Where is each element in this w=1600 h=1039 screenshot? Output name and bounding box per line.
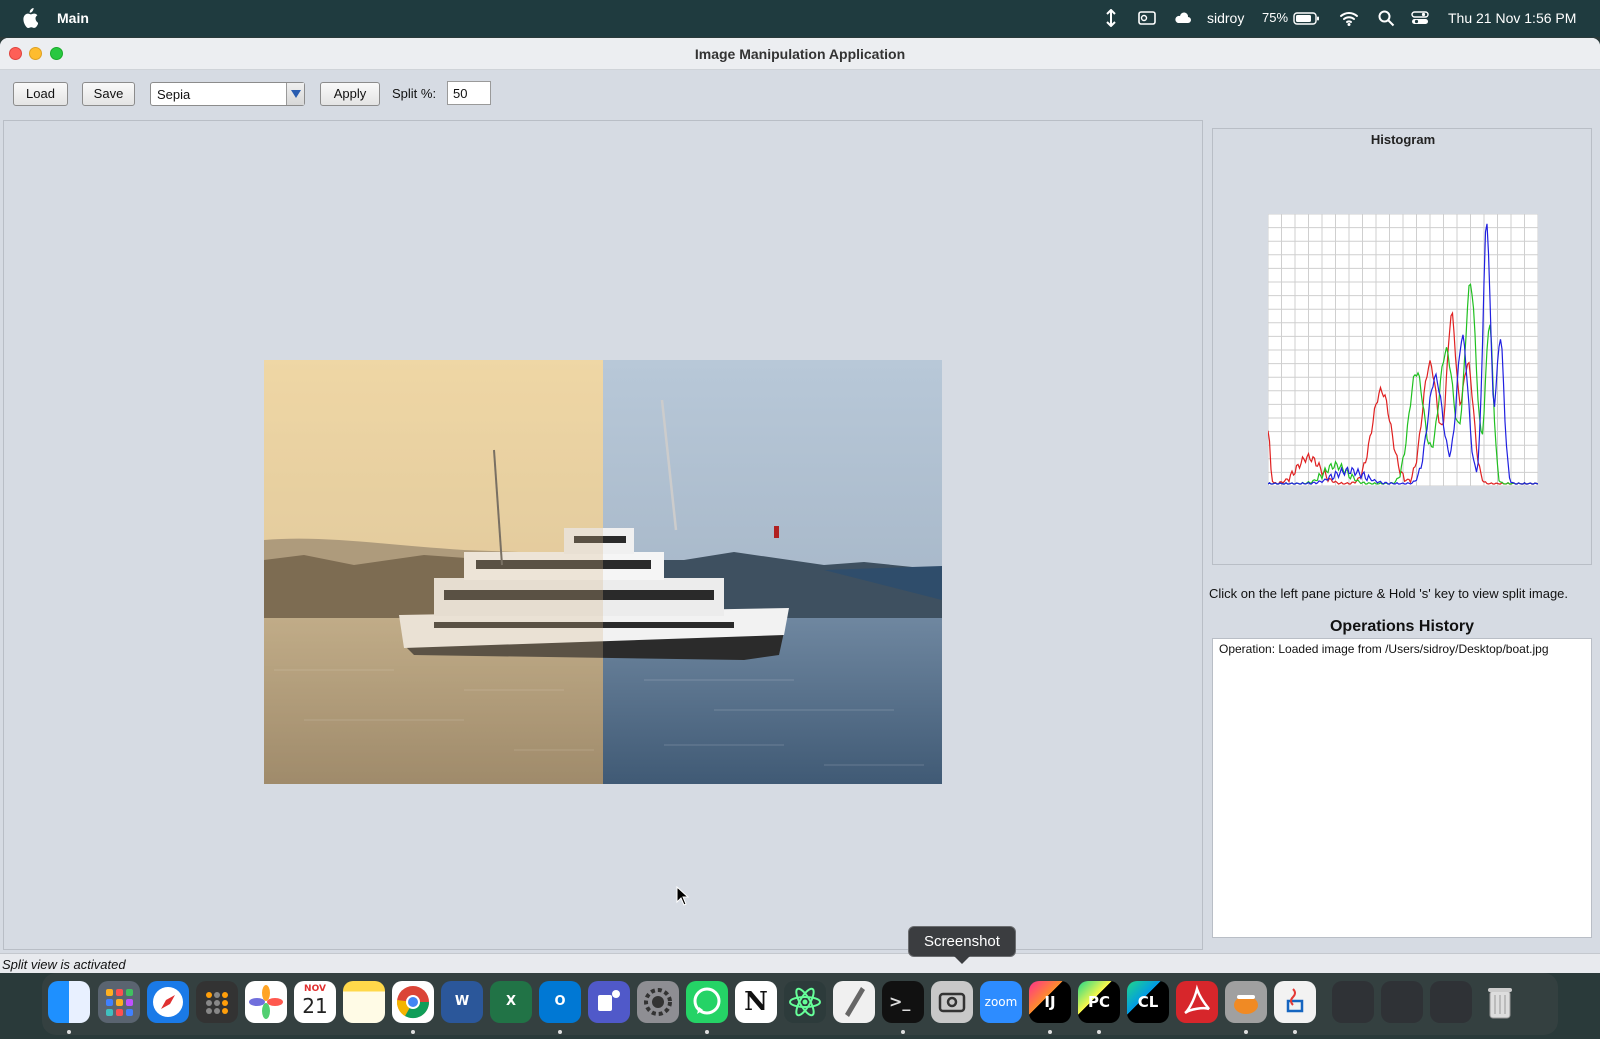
dock-tooltip-tail (954, 956, 970, 964)
running-indicator (1293, 1030, 1297, 1034)
dock-tooltip: Screenshot (908, 926, 1016, 957)
split-hint-text: Click on the left pane picture & Hold 's… (1209, 586, 1569, 601)
bluetooth-transfer-icon[interactable] (1102, 9, 1120, 27)
split-label: Split %: (392, 86, 437, 101)
calendar-month: NOV (304, 984, 326, 994)
intellij-icon[interactable]: IJ (1029, 981, 1071, 1023)
app-window: Image Manipulation Application Load Save… (0, 38, 1600, 973)
clion-icon[interactable]: CL (1127, 981, 1169, 1023)
chrome-icon[interactable] (392, 981, 434, 1023)
histogram-panel: Histogram (1212, 128, 1592, 565)
control-center-icon[interactable] (1411, 9, 1429, 27)
safari-icon[interactable] (147, 981, 189, 1023)
running-indicator (1048, 1030, 1052, 1034)
operations-history-list[interactable]: Operation: Loaded image from /Users/sidr… (1212, 638, 1592, 938)
boat-picture (264, 360, 942, 784)
screenshot-icon[interactable] (931, 981, 973, 1023)
java-app-icon[interactable] (1225, 981, 1267, 1023)
operations-history-title: Operations History (1329, 618, 1475, 635)
cloud-icon[interactable] (1174, 9, 1192, 27)
window-title: Image Manipulation Application (694, 46, 906, 62)
image-pane[interactable] (3, 120, 1203, 950)
chevron-down-icon[interactable] (286, 83, 304, 105)
finder-icon[interactable] (48, 981, 90, 1023)
split-percent-input[interactable] (447, 81, 491, 105)
java-launcher-icon[interactable] (1274, 981, 1316, 1023)
zoom-icon[interactable]: zoom (980, 981, 1022, 1023)
running-indicator (901, 1030, 905, 1034)
status-text: Split view is activated (2, 957, 126, 972)
running-indicator (558, 1030, 562, 1034)
running-indicator (67, 1030, 71, 1034)
recent-window-icon[interactable] (1332, 981, 1374, 1023)
battery-icon[interactable] (1293, 9, 1321, 27)
mouse-cursor-icon (676, 886, 690, 906)
apple-icon[interactable] (20, 8, 38, 28)
calendar-day: 21 (302, 994, 328, 1018)
running-indicator (411, 1030, 415, 1034)
operations-history-entry: Operation: Loaded image from /Users/sidr… (1219, 642, 1549, 656)
histogram-title: Histogram (1370, 132, 1436, 147)
calendar-icon[interactable]: NOV 21 (294, 981, 336, 1023)
spotlight-search-icon[interactable] (1377, 9, 1395, 27)
launchpad-icon[interactable] (98, 981, 140, 1023)
word-icon[interactable]: W (441, 981, 483, 1023)
wifi-icon[interactable] (1339, 9, 1359, 27)
save-button[interactable]: Save (82, 82, 135, 106)
photos-icon[interactable] (245, 981, 287, 1023)
operation-select-value: Sepia (157, 87, 191, 102)
calculator-icon[interactable] (196, 981, 238, 1023)
split-image[interactable] (264, 360, 942, 784)
menu-clock[interactable]: Thu 21 Nov 1:56 PM (1448, 10, 1576, 26)
apply-button[interactable]: Apply (320, 82, 380, 106)
histogram-chart (1268, 214, 1538, 486)
dock: NOV 21 W X O N >_ zoom IJ PC CL (42, 973, 1558, 1035)
excel-icon[interactable]: X (490, 981, 532, 1023)
operation-select[interactable]: Sepia (150, 82, 305, 106)
load-button[interactable]: Load (13, 82, 68, 106)
whatsapp-icon[interactable] (686, 981, 728, 1023)
textedit-icon[interactable] (833, 981, 875, 1023)
status-bar: Split view is activated (0, 953, 1600, 973)
running-indicator (1244, 1030, 1248, 1034)
title-bar[interactable]: Image Manipulation Application (0, 38, 1600, 70)
running-indicator (1097, 1030, 1101, 1034)
acrobat-icon[interactable] (1176, 981, 1218, 1023)
notion-icon[interactable]: N (735, 981, 777, 1023)
running-indicator (705, 1030, 709, 1034)
app-name[interactable]: Main (57, 10, 89, 26)
notes-icon[interactable] (343, 981, 385, 1023)
terminal-icon[interactable]: >_ (882, 981, 924, 1023)
recent-window-icon-2[interactable] (1381, 981, 1423, 1023)
user-name[interactable]: sidroy (1207, 10, 1244, 26)
battery-percent: 75% (1262, 10, 1289, 25)
pycharm-icon[interactable]: PC (1078, 981, 1120, 1023)
downloads-stack-icon[interactable] (1430, 981, 1472, 1023)
outlook-icon[interactable]: O (539, 981, 581, 1023)
atom-icon[interactable] (784, 981, 826, 1023)
teams-icon[interactable] (588, 981, 630, 1023)
outlook-menu-icon[interactable] (1138, 9, 1156, 27)
trash-icon[interactable] (1479, 981, 1521, 1023)
menu-bar: Main sidroy 75% Thu 21 Nov 1:56 PM (0, 0, 1600, 37)
system-settings-icon[interactable] (637, 981, 679, 1023)
